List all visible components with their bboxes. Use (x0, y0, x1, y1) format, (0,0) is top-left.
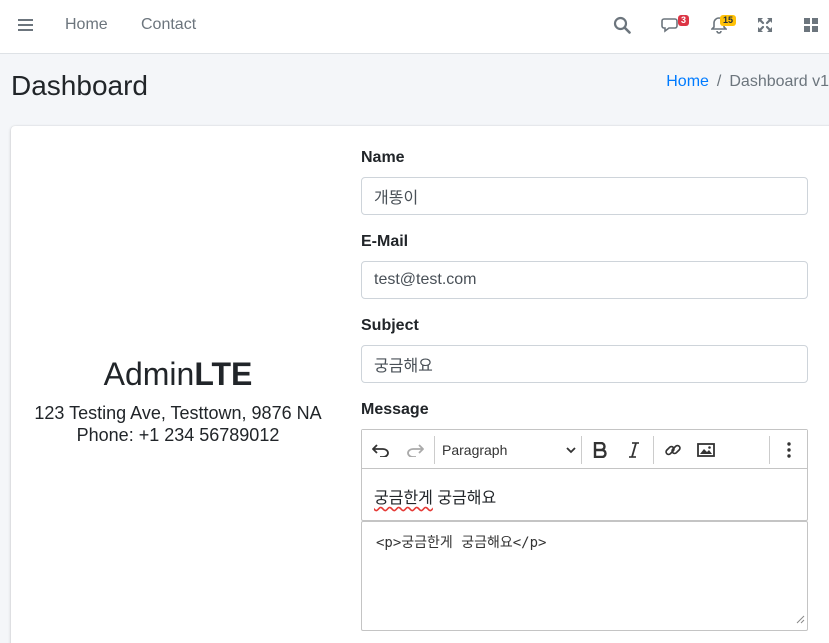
brand-bold: LTE (194, 356, 253, 392)
message-editor[interactable]: Paragraph 궁금한게 궁금해요 (361, 429, 808, 521)
toolbar-divider (434, 436, 435, 464)
brand-logo-text: AdminLTE (0, 356, 356, 393)
resize-handle-icon[interactable] (796, 612, 805, 628)
subject-input[interactable]: 궁금해요 (361, 345, 808, 383)
expand-icon[interactable] (754, 14, 776, 36)
messages-badge: 3 (678, 15, 690, 26)
editor-content[interactable]: 궁금한게 궁금해요 (374, 484, 496, 508)
undo-icon[interactable] (369, 438, 393, 462)
top-navbar: Home Contact 3 15 (0, 0, 829, 54)
breadcrumb-current: Dashboard v1 (729, 73, 829, 90)
bars-icon[interactable] (15, 14, 37, 36)
toolbar-divider (581, 436, 582, 464)
breadcrumb: Home / Dashboard v1 (666, 73, 829, 91)
source-textarea[interactable]: <p>궁금한게 궁금해요</p> (361, 521, 808, 631)
phone-line: Phone: +1 234 56789012 (76, 425, 280, 445)
page-title: Dashboard (11, 70, 148, 101)
notifications-badge: 15 (720, 15, 737, 26)
name-label: Name (361, 149, 405, 166)
heading-dropdown[interactable]: Paragraph (442, 430, 577, 469)
toolbar-divider (769, 436, 770, 464)
th-large-icon[interactable] (800, 14, 822, 36)
contact-address: 123 Testing Ave, Testtown, 9876 NA Phone… (0, 402, 356, 446)
heading-dropdown-label: Paragraph (442, 441, 508, 458)
search-icon[interactable] (611, 14, 633, 36)
editor-toolbar: Paragraph (362, 430, 807, 469)
italic-icon[interactable] (622, 438, 646, 462)
image-icon[interactable] (694, 438, 718, 462)
email-input[interactable]: test@test.com (361, 261, 808, 299)
address-line: 123 Testing Ave, Testtown, 9876 NA (34, 403, 322, 423)
toolbar-divider (653, 436, 654, 464)
bold-icon[interactable] (588, 438, 612, 462)
misspelled-word: 궁금한게 (374, 490, 433, 507)
name-input[interactable]: 개똥이 (361, 177, 808, 215)
brand-light: Admin (103, 356, 195, 392)
nav-contact-link[interactable]: Contact (141, 0, 196, 50)
breadcrumb-separator: / (716, 73, 722, 90)
link-icon[interactable] (661, 438, 685, 462)
source-text: <p>궁금한게 궁금해요</p> (376, 535, 547, 551)
redo-icon[interactable] (403, 438, 427, 462)
breadcrumb-home-link[interactable]: Home (666, 73, 709, 91)
more-options-icon[interactable] (777, 438, 801, 462)
chevron-down-icon (565, 443, 577, 459)
subject-label: Subject (361, 317, 419, 334)
editor-text: 궁금해요 (432, 490, 497, 507)
message-label: Message (361, 401, 429, 418)
email-label: E-Mail (361, 233, 409, 250)
nav-home-link[interactable]: Home (65, 0, 108, 50)
